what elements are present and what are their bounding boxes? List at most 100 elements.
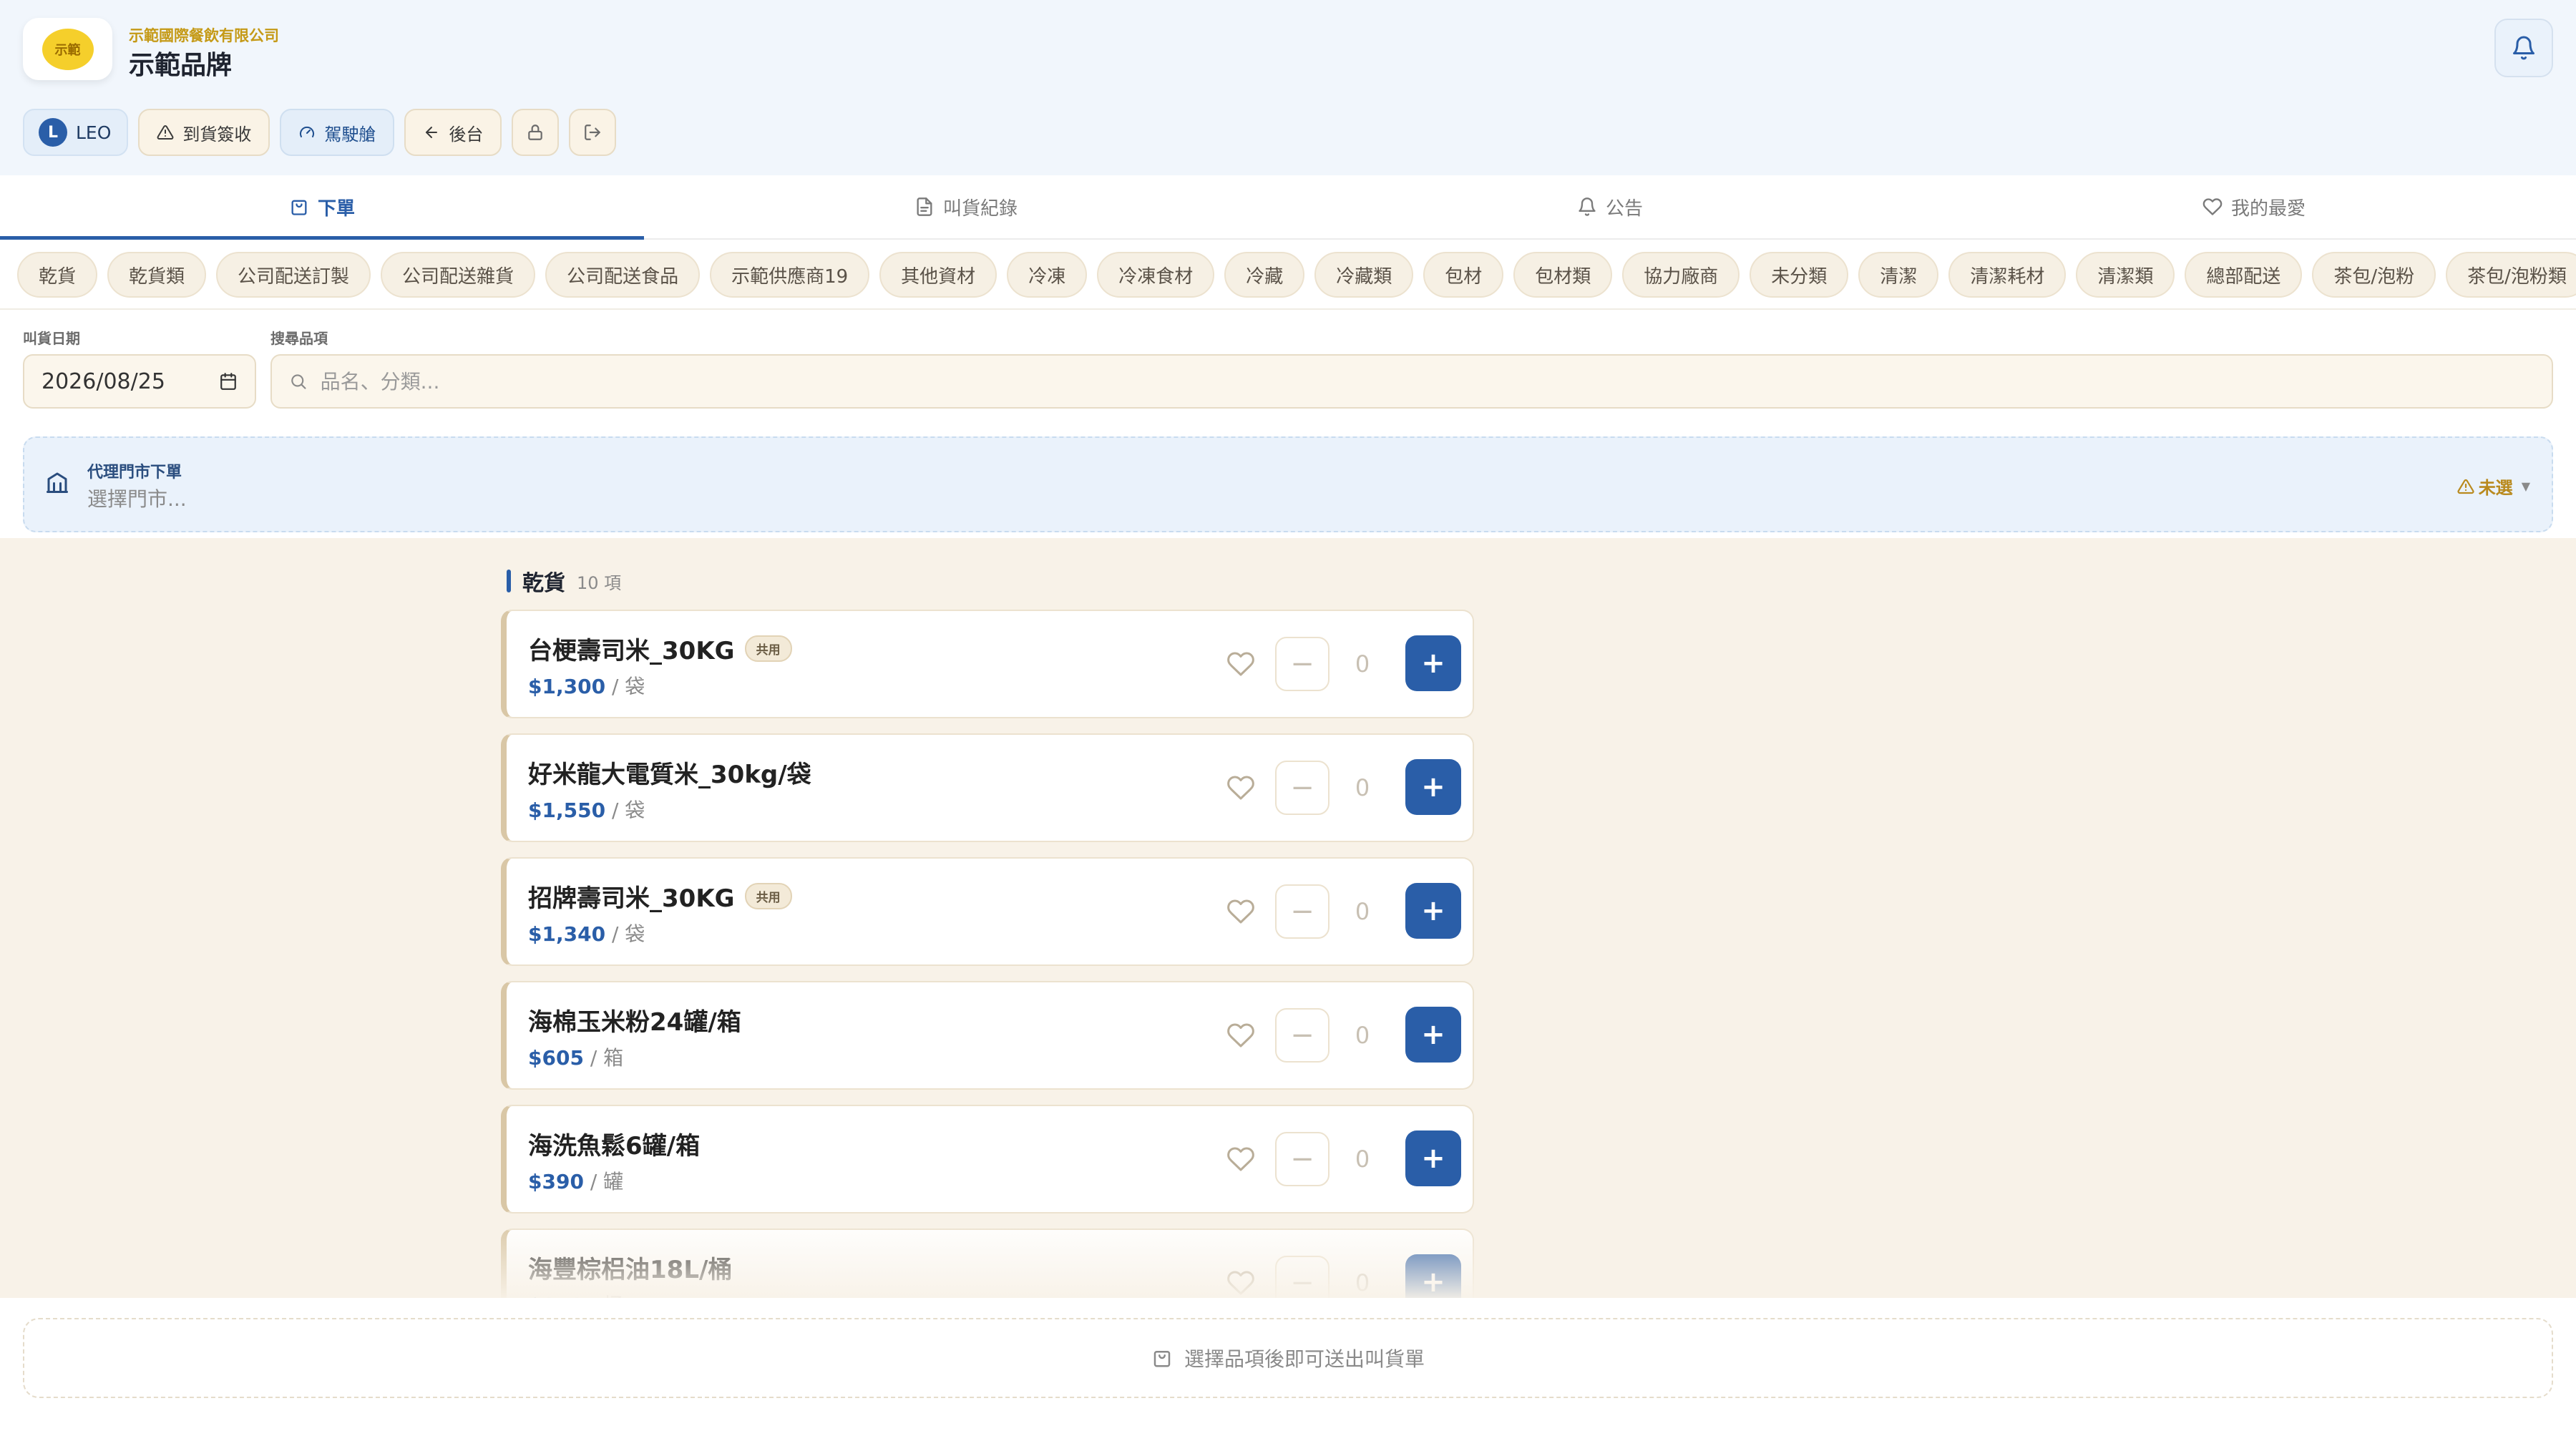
submit-order-button[interactable]: 選擇品項後即可送出叫貨單	[23, 1318, 2553, 1398]
heart-icon	[1227, 899, 1254, 924]
tab-favorites[interactable]: 我的最愛	[1932, 175, 2576, 238]
tab-announcements[interactable]: 公告	[1288, 175, 1932, 238]
main-tabs: 下單 叫貨紀錄 公告 我的最愛	[0, 175, 2576, 240]
backend-button[interactable]: 後台	[404, 109, 502, 156]
minus-icon: −	[1290, 895, 1314, 928]
order-date-field[interactable]: 2026/08/25	[23, 354, 256, 409]
header: 示範 示範國際餐飲有限公司 示範品牌 L LEO 到貨簽收 駕駛艙 後台	[0, 0, 2576, 175]
favorite-button[interactable]	[1224, 771, 1258, 805]
category-chip[interactable]: 未分類	[1750, 252, 1849, 298]
arrival-signoff-button[interactable]: 到貨簽收	[138, 109, 270, 156]
proxy-title: 代理門市下單	[87, 464, 182, 482]
section-header: 乾貨 10 項	[507, 565, 621, 597]
decrease-quantity-button[interactable]: −	[1275, 1132, 1330, 1186]
decrease-quantity-button[interactable]: −	[1275, 761, 1330, 815]
heart-icon	[1227, 1023, 1254, 1047]
product-list-area: 乾貨 10 項 台梗壽司米_30KG 共用 $1,300 / 袋 −0 + 好米龍大電質米…	[0, 538, 2576, 1298]
notifications-button[interactable]	[2494, 19, 2553, 77]
favorite-button[interactable]	[1224, 1142, 1258, 1176]
lock-button[interactable]	[512, 109, 560, 156]
category-chip[interactable]: 包材	[1423, 252, 1504, 298]
search-label: 搜尋品項	[270, 330, 328, 347]
logout-icon	[585, 124, 601, 140]
category-chip[interactable]: 乾貨	[17, 252, 98, 298]
plus-icon: +	[1421, 1142, 1445, 1175]
search-input[interactable]	[318, 368, 2534, 394]
product-name: 海洗魚鬆6罐/箱	[528, 1132, 701, 1161]
category-chip[interactable]: 冷藏類	[1314, 252, 1414, 298]
tab-announcements-label: 公告	[1605, 197, 1643, 220]
category-chip[interactable]: 冷凍食材	[1097, 252, 1215, 298]
category-chip[interactable]: 清潔耗材	[1948, 252, 2067, 298]
logout-button[interactable]	[569, 109, 617, 156]
increase-quantity-button[interactable]: +	[1405, 1130, 1461, 1186]
proxy-store-selector[interactable]: 代理門市下單 選擇門市... 未選 ▼	[23, 436, 2553, 532]
quantity-value: 0	[1355, 1022, 1370, 1049]
favorite-button[interactable]	[1224, 1018, 1258, 1053]
minus-icon: −	[1290, 1143, 1314, 1176]
date-label: 叫貨日期	[23, 330, 80, 347]
category-chip[interactable]: 總部配送	[2185, 252, 2303, 298]
submit-order-label: 選擇品項後即可送出叫貨單	[1184, 1347, 1425, 1371]
decrease-quantity-button[interactable]: −	[1275, 884, 1330, 939]
product-price: $1,300	[528, 675, 606, 698]
product-name-wrap: 台梗壽司米_30KG 共用	[528, 631, 792, 666]
brand-logo[interactable]: 示範	[23, 18, 112, 80]
category-chip[interactable]: 清潔	[1858, 252, 1939, 298]
tab-order-label: 下單	[317, 197, 355, 220]
section-accent-bar	[507, 570, 511, 592]
favorite-button[interactable]	[1224, 647, 1258, 681]
bell-icon	[2513, 36, 2534, 60]
decrease-quantity-button[interactable]: −	[1275, 1008, 1330, 1063]
category-chip[interactable]: 包材類	[1513, 252, 1613, 298]
cockpit-label: 駕駛艙	[324, 124, 376, 145]
category-chips: 乾貨 乾貨類 公司配送訂製 公司配送雜貨 公司配送食品 示範供應商19 其他資材 冷凍 冷凍食材…	[0, 241, 2576, 310]
app-root: 示範 示範國際餐飲有限公司 示範品牌 L LEO 到貨簽收 駕駛艙 後台 下單 …	[0, 0, 2576, 1431]
increase-quantity-button[interactable]: +	[1405, 759, 1461, 815]
quantity-value: 0	[1355, 774, 1370, 801]
category-chip[interactable]: 茶包/泡粉類	[2446, 252, 2576, 298]
category-chip[interactable]: 示範供應商19	[710, 252, 870, 298]
shared-badge: 共用	[744, 635, 792, 662]
product-price: $605	[528, 1046, 584, 1070]
tab-order[interactable]: 下單	[0, 175, 644, 240]
heart-icon	[1227, 1147, 1254, 1171]
increase-quantity-button[interactable]: +	[1405, 1007, 1461, 1063]
increase-quantity-button[interactable]: +	[1405, 635, 1461, 691]
category-chip[interactable]: 冷藏	[1224, 252, 1305, 298]
favorite-button[interactable]	[1224, 894, 1258, 929]
category-chip[interactable]: 乾貨類	[107, 252, 207, 298]
plus-icon: +	[1421, 771, 1445, 804]
increase-quantity-button[interactable]: +	[1405, 883, 1461, 939]
product-price-wrap: $605 / 箱	[528, 1042, 623, 1071]
category-chip[interactable]: 冷凍	[1007, 252, 1088, 298]
product-price: $390	[528, 1170, 584, 1193]
calendar-icon	[220, 373, 236, 390]
category-chip[interactable]: 茶包/泡粉	[2312, 252, 2436, 298]
category-chip[interactable]: 其他資材	[879, 252, 997, 298]
user-button[interactable]: L LEO	[23, 109, 129, 156]
backend-label: 後台	[449, 124, 484, 145]
quantity-value: 0	[1355, 1146, 1370, 1173]
quantity-value: 0	[1355, 650, 1370, 678]
category-chip[interactable]: 公司配送訂製	[216, 252, 371, 298]
product-price: $1,550	[528, 798, 606, 822]
cockpit-button[interactable]: 駕駛艙	[280, 109, 395, 156]
gauge-icon	[300, 126, 315, 137]
decrease-quantity-button[interactable]: −	[1275, 637, 1330, 691]
category-chip[interactable]: 公司配送食品	[545, 252, 701, 298]
category-chip[interactable]: 公司配送雜貨	[381, 252, 536, 298]
logo-mark: 示範	[42, 28, 94, 70]
chevron-down-icon: ▼	[2521, 479, 2530, 493]
product-name-wrap: 海棉玉米粉24罐/箱	[528, 1002, 741, 1037]
search-field[interactable]	[270, 354, 2553, 409]
category-chip[interactable]: 清潔類	[2076, 252, 2175, 298]
product-row: 台梗壽司米_30KG 共用 $1,300 / 袋 − 0 +	[501, 610, 1474, 718]
company-name: 示範國際餐飲有限公司	[129, 27, 279, 44]
tab-order-history[interactable]: 叫貨紀錄	[644, 175, 1288, 238]
proxy-status: 未選 ▼	[2457, 474, 2530, 499]
product-price-wrap: $390 / 罐	[528, 1166, 623, 1195]
bell-icon	[1579, 197, 1596, 216]
category-chip[interactable]: 協力廠商	[1622, 252, 1740, 298]
warning-icon	[157, 124, 174, 140]
